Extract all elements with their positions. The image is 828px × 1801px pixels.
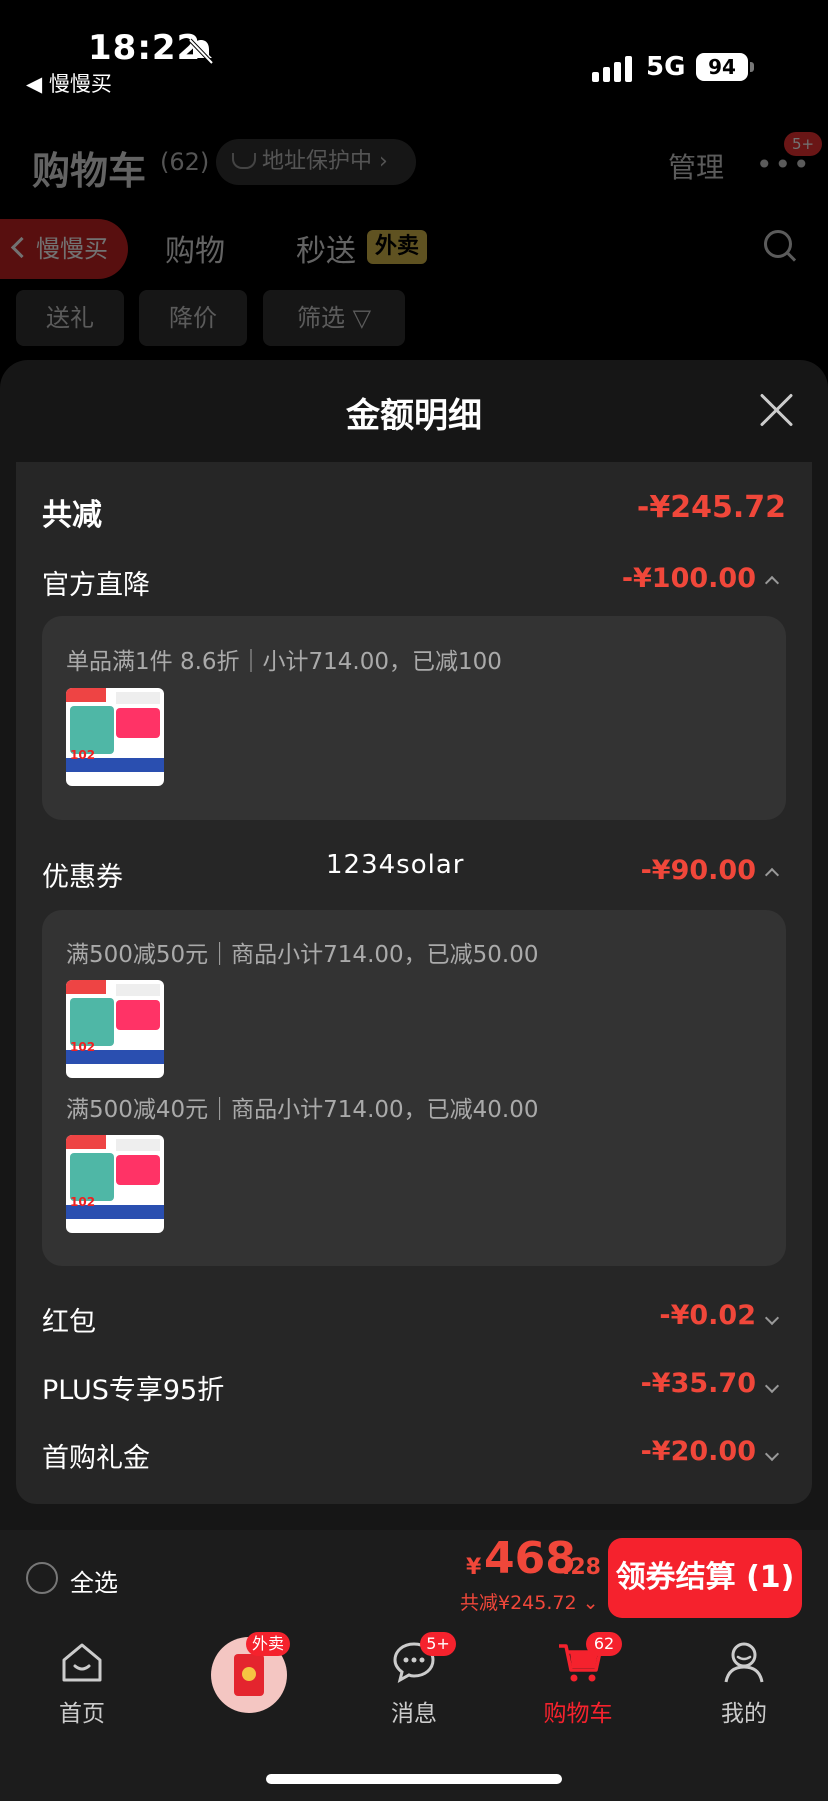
- status-time: 18:22: [88, 28, 202, 68]
- official-discount-value[interactable]: -¥100.00: [560, 563, 756, 594]
- official-detail-text: 单品满1件 8.6折｜小计714.00，已减100: [66, 649, 502, 675]
- signal-icon: [592, 56, 632, 82]
- tab-mine[interactable]: 我的: [694, 1694, 794, 1728]
- first-purchase-label: 首购礼金: [42, 1443, 150, 1474]
- waimai-tag: 外卖: [367, 230, 428, 264]
- price-decimal: .28: [562, 1555, 601, 1580]
- tab-cart[interactable]: 购物车: [528, 1694, 628, 1728]
- total-label: 共减: [42, 498, 102, 533]
- select-all-label[interactable]: 全选: [70, 1563, 118, 1598]
- coupon-value[interactable]: -¥90.00: [560, 855, 756, 886]
- product-thumbnail[interactable]: 102: [66, 1135, 164, 1233]
- official-discount-label: 官方直降: [42, 570, 150, 601]
- smile-icon: [232, 153, 256, 169]
- tab-fast-delivery[interactable]: 秒送: [296, 226, 356, 270]
- waimai-badge: 外卖: [246, 1632, 291, 1656]
- close-icon[interactable]: [758, 392, 794, 428]
- checkout-button[interactable]: 领券结算 (1): [608, 1538, 802, 1618]
- more-badge: 5+: [784, 132, 822, 156]
- chip-filter[interactable]: 筛选 ▽: [263, 290, 405, 346]
- watermark-text: 1234solar: [326, 850, 465, 880]
- sheet-title: 金额明细: [346, 396, 482, 436]
- plus-discount-value[interactable]: -¥35.70: [560, 1368, 756, 1399]
- select-all-radio[interactable]: [26, 1562, 58, 1594]
- total-discount-toggle[interactable]: 共减¥245.72 ⌄: [460, 1588, 599, 1615]
- profile-icon[interactable]: [720, 1638, 768, 1686]
- chip-gift[interactable]: 送礼: [16, 290, 124, 346]
- product-thumbnail[interactable]: 102: [66, 980, 164, 1078]
- battery-tip: [750, 62, 754, 72]
- cart-title: 购物车: [32, 149, 147, 193]
- coupon-detail-text-2: 满500减40元｜商品小计714.00，已减40.00: [66, 1097, 539, 1123]
- plus-discount-label: PLUS专享95折: [42, 1375, 225, 1406]
- chip-price-drop[interactable]: 降价: [139, 290, 247, 346]
- home-icon[interactable]: [58, 1638, 106, 1686]
- total-value: -¥245.72: [636, 490, 786, 525]
- red-packet-label: 红包: [42, 1307, 96, 1338]
- manage-button[interactable]: 管理: [668, 146, 724, 186]
- back-to-app-link[interactable]: ◀ 慢慢买: [26, 68, 112, 98]
- home-indicator[interactable]: [266, 1774, 562, 1784]
- message-badge: 5+: [420, 1632, 456, 1656]
- coupon-label: 优惠券: [42, 862, 123, 893]
- network-label: 5G: [646, 52, 686, 82]
- tab-messages[interactable]: 消息: [364, 1694, 464, 1728]
- search-icon[interactable]: [764, 230, 792, 258]
- battery-icon: 94: [696, 53, 748, 81]
- first-purchase-value[interactable]: -¥20.00: [560, 1436, 756, 1467]
- cart-badge: 62: [586, 1632, 622, 1656]
- red-packet-value[interactable]: -¥0.02: [560, 1300, 756, 1331]
- product-thumbnail[interactable]: 102: [66, 688, 164, 786]
- coupon-detail-text-1: 满500减50元｜商品小计714.00，已减50.00: [66, 942, 539, 968]
- tab-home[interactable]: 首页: [32, 1694, 132, 1728]
- cart-count: (62): [160, 148, 210, 176]
- price-currency: ¥: [466, 1555, 482, 1580]
- mute-bell-icon: [188, 38, 214, 65]
- tab-shopping[interactable]: 购物: [165, 226, 225, 270]
